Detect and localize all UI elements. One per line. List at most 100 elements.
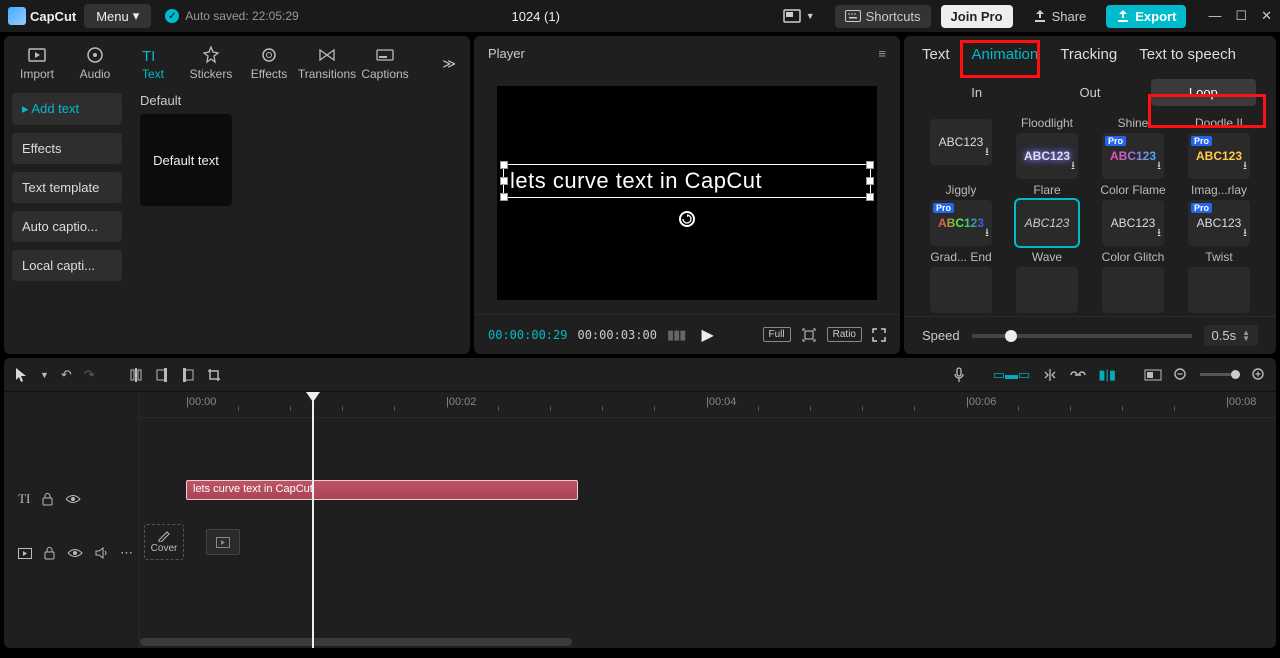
- animation-thumb[interactable]: ABC123Pro⭳: [930, 200, 992, 246]
- zoom-slider[interactable]: [1200, 373, 1240, 376]
- zoom-slider-knob[interactable]: [1231, 370, 1240, 379]
- animation-thumb[interactable]: ABC123: [1016, 200, 1078, 246]
- lock-icon[interactable]: [44, 547, 55, 560]
- crop-reframe-icon[interactable]: [801, 327, 817, 343]
- download-icon[interactable]: ⭳: [985, 143, 989, 162]
- link-icon[interactable]: [1070, 370, 1086, 380]
- resize-handle[interactable]: [866, 177, 874, 185]
- expand-icon[interactable]: [872, 328, 886, 342]
- inspector-tab-animation[interactable]: Animation: [972, 46, 1039, 67]
- tab-captions[interactable]: Captions: [356, 42, 414, 85]
- tab-text[interactable]: TI Text: [124, 42, 182, 85]
- preview-mode-icon[interactable]: [1144, 369, 1162, 381]
- redo-button[interactable]: ↷: [84, 367, 95, 383]
- shortcuts-button[interactable]: Shortcuts: [835, 5, 931, 28]
- animation-thumb[interactable]: [1102, 267, 1164, 313]
- levels-icon[interactable]: ▮▮▮: [667, 327, 685, 343]
- animation-thumb[interactable]: [930, 267, 992, 313]
- close-button[interactable]: ✕: [1261, 8, 1272, 24]
- visibility-icon[interactable]: [67, 548, 83, 558]
- subtab-in[interactable]: In: [924, 79, 1029, 106]
- resize-handle[interactable]: [866, 161, 874, 169]
- player-stage[interactable]: lets curve text in CapCut: [497, 86, 877, 300]
- visibility-icon[interactable]: [65, 494, 81, 504]
- inspector-tab-tts[interactable]: Text to speech: [1139, 46, 1236, 67]
- resize-handle[interactable]: [500, 177, 508, 185]
- side-auto-captions[interactable]: Auto captio...: [12, 211, 122, 242]
- aspect-ratio-button[interactable]: ▼: [773, 5, 825, 27]
- play-button[interactable]: ▶: [701, 325, 713, 345]
- inspector-tab-tracking[interactable]: Tracking: [1060, 46, 1117, 67]
- animation-thumb[interactable]: ABC123Pro⭳: [1188, 200, 1250, 246]
- snap-toggle-icon[interactable]: ▭▬▭: [993, 367, 1031, 383]
- fullscreen-button[interactable]: Full: [763, 327, 791, 342]
- trim-left-icon[interactable]: [155, 367, 169, 383]
- spinner-icon[interactable]: ▲▼: [1242, 330, 1250, 342]
- animation-thumb[interactable]: [1016, 267, 1078, 313]
- animation-thumb[interactable]: ABC123Pro⭳: [1188, 133, 1250, 179]
- trim-right-icon[interactable]: [181, 367, 195, 383]
- text-clip[interactable]: lets curve text in CapCut: [186, 480, 578, 500]
- animation-thumb[interactable]: [1188, 267, 1250, 313]
- zoom-in-icon[interactable]: [1252, 368, 1266, 382]
- menu-button[interactable]: Menu ▾: [84, 4, 151, 28]
- lock-icon[interactable]: [42, 493, 53, 506]
- tab-transitions[interactable]: Transitions: [298, 42, 356, 85]
- timeline-tracks[interactable]: |00:00|00:02|00:04|00:06|00:08 lets curv…: [140, 392, 1276, 648]
- join-pro-button[interactable]: Join Pro: [941, 5, 1013, 28]
- tab-audio[interactable]: Audio: [66, 42, 124, 85]
- resize-handle[interactable]: [866, 193, 874, 201]
- download-icon[interactable]: ⭳: [985, 224, 989, 243]
- minimize-button[interactable]: —: [1208, 8, 1221, 24]
- undo-button[interactable]: ↶: [61, 367, 72, 383]
- maximize-button[interactable]: ☐: [1235, 8, 1247, 24]
- inspector-tab-text[interactable]: Text: [922, 46, 950, 67]
- crop-tool-icon[interactable]: [207, 368, 221, 382]
- pointer-tool-icon[interactable]: [14, 367, 28, 383]
- player-menu-icon[interactable]: ≡: [878, 46, 886, 61]
- magnet-icon[interactable]: ▮|▮: [1098, 367, 1116, 383]
- animation-thumb[interactable]: ABC123⭳: [930, 119, 992, 165]
- rotate-handle[interactable]: [679, 211, 695, 227]
- export-button[interactable]: Export: [1106, 5, 1186, 28]
- pointer-dropdown-icon[interactable]: ▼: [40, 370, 49, 380]
- tab-stickers[interactable]: Stickers: [182, 42, 240, 85]
- download-icon[interactable]: ⭳: [1157, 157, 1161, 176]
- more-icon[interactable]: ⋯: [120, 545, 133, 561]
- media-placeholder[interactable]: [206, 529, 240, 555]
- download-icon[interactable]: ⭳: [1243, 224, 1247, 243]
- cover-button[interactable]: Cover: [144, 524, 184, 560]
- side-local-captions[interactable]: Local capti...: [12, 250, 122, 281]
- mute-icon[interactable]: [95, 547, 108, 559]
- tab-import[interactable]: Import: [8, 42, 66, 85]
- animation-thumb[interactable]: ABC123⭳: [1102, 200, 1164, 246]
- resize-handle[interactable]: [500, 161, 508, 169]
- library-more-button[interactable]: ≫: [432, 50, 466, 78]
- scrollbar-thumb[interactable]: [140, 638, 572, 646]
- ratio-button[interactable]: Ratio: [827, 327, 862, 342]
- default-text-card[interactable]: Default text: [140, 114, 232, 206]
- side-add-text[interactable]: Add text: [12, 93, 122, 125]
- share-button[interactable]: Share: [1023, 5, 1097, 28]
- resize-handle[interactable]: [500, 193, 508, 201]
- tab-effects[interactable]: Effects: [240, 42, 298, 85]
- slider-knob[interactable]: [1005, 330, 1017, 342]
- download-icon[interactable]: ⭳: [1243, 157, 1247, 176]
- animation-thumb[interactable]: ABC123⭳: [1016, 133, 1078, 179]
- animation-thumb[interactable]: ABC123Pro⭳: [1102, 133, 1164, 179]
- canvas-text-element[interactable]: lets curve text in CapCut: [503, 164, 871, 198]
- zoom-out-icon[interactable]: [1174, 368, 1188, 382]
- timeline-horizontal-scrollbar[interactable]: [140, 638, 1276, 646]
- speed-value-box[interactable]: 0.5s ▲▼: [1204, 325, 1259, 346]
- download-icon[interactable]: ⭳: [1071, 157, 1075, 176]
- download-icon[interactable]: ⭳: [1157, 224, 1161, 243]
- microphone-icon[interactable]: [953, 367, 965, 383]
- align-icon[interactable]: [1042, 368, 1058, 382]
- speed-slider[interactable]: [972, 334, 1192, 338]
- subtab-loop[interactable]: Loop: [1151, 79, 1256, 106]
- split-tool-icon[interactable]: [129, 367, 143, 383]
- side-text-template[interactable]: Text template: [12, 172, 122, 203]
- side-effects[interactable]: Effects: [12, 133, 122, 164]
- subtab-out[interactable]: Out: [1037, 79, 1142, 106]
- playhead[interactable]: [312, 392, 314, 648]
